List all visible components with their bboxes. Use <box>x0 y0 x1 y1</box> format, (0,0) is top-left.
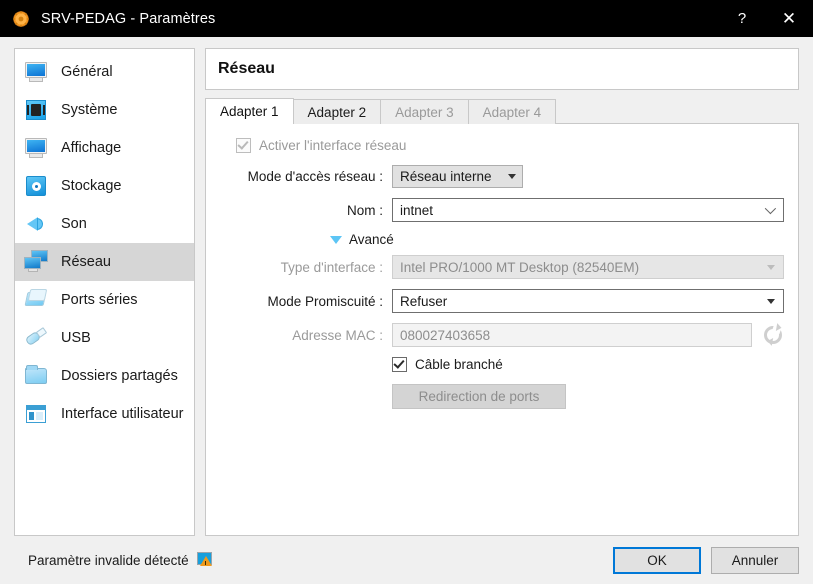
port-forwarding-button: Redirection de ports <box>392 384 566 409</box>
network-name-label: Nom : <box>346 202 383 218</box>
sidebar-item-audio[interactable]: Son <box>15 205 194 243</box>
cancel-button[interactable]: Annuler <box>711 546 799 574</box>
display-icon <box>23 135 49 161</box>
mac-address-row: Adresse MAC : 080027403658 <box>220 322 784 347</box>
adapter-type-label: Type d'interface : <box>280 259 383 275</box>
sidebar-item-usb[interactable]: USB <box>15 319 194 357</box>
attached-to-value: Réseau interne <box>400 169 492 184</box>
tab-adapter-2[interactable]: Adapter 2 <box>292 99 382 124</box>
attached-to-label: Mode d'accès réseau : <box>247 169 383 184</box>
settings-category-list[interactable]: Général Système Affichage Stockage Son R… <box>14 48 195 536</box>
enable-adapter-checkbox <box>236 138 251 153</box>
sidebar-item-label: Interface utilisateur <box>61 406 184 422</box>
chevron-down-icon <box>507 174 516 179</box>
tab-adapter-1[interactable]: Adapter 1 <box>205 98 294 124</box>
promiscuous-mode-label: Mode Promiscuité : <box>267 293 383 309</box>
network-name-row: Nom : intnet <box>220 198 784 222</box>
harddisk-icon <box>23 173 49 199</box>
attached-to-combo[interactable]: Réseau interne <box>392 165 523 188</box>
cable-connected-checkbox[interactable] <box>392 357 407 372</box>
adapter-type-row: Type d'interface : Intel PRO/1000 MT Des… <box>220 255 784 279</box>
invalid-setting-warning: Paramètre invalide détecté <box>28 551 214 569</box>
ok-button[interactable]: OK <box>613 546 701 574</box>
tab-adapter-4: Adapter 4 <box>467 99 557 124</box>
adapter-type-value: Intel PRO/1000 MT Desktop (82540EM) <box>400 259 640 275</box>
dialog-footer: Paramètre invalide détecté OK Annuler <box>0 536 813 584</box>
ui-window-icon <box>23 401 49 427</box>
network-name-value: intnet <box>400 202 434 218</box>
speaker-icon <box>23 211 49 237</box>
network-icon <box>23 249 49 275</box>
folder-icon <box>23 363 49 389</box>
mac-address-input: 080027403658 <box>392 323 752 347</box>
mac-address-value: 080027403658 <box>400 327 491 343</box>
sidebar-item-label: Système <box>61 102 118 118</box>
cable-connected-label: Câble branché <box>415 357 503 372</box>
sidebar-item-network[interactable]: Réseau <box>15 243 194 281</box>
advanced-label: Avancé <box>349 232 394 247</box>
sidebar-item-label: Réseau <box>61 254 111 270</box>
sidebar-item-label: Ports séries <box>61 292 138 308</box>
serial-ports-icon <box>23 287 49 313</box>
adapter-1-page: Activer l'interface réseau Mode d'accès … <box>205 123 799 536</box>
refresh-mac-icon <box>762 322 784 346</box>
dialog-body: Général Système Affichage Stockage Son R… <box>0 37 813 536</box>
tab-adapter-3: Adapter 3 <box>380 99 469 124</box>
sidebar-item-label: Son <box>61 216 87 232</box>
panel-header: Réseau <box>205 48 799 90</box>
title-bar: SRV-PEDAG - Paramètres ? ✕ <box>0 0 813 37</box>
cable-connected-row[interactable]: Câble branché <box>220 357 784 372</box>
settings-dialog: SRV-PEDAG - Paramètres ? ✕ Général Systè… <box>0 0 813 584</box>
sidebar-item-label: Général <box>61 64 113 80</box>
window-title: SRV-PEDAG - Paramètres <box>41 10 216 27</box>
sidebar-item-shared-folders[interactable]: Dossiers partagés <box>15 357 194 395</box>
adapter-tabs[interactable]: Adapter 1 Adapter 2 Adapter 3 Adapter 4 <box>205 98 799 124</box>
enable-adapter-label: Activer l'interface réseau <box>259 138 407 153</box>
sidebar-item-user-interface[interactable]: Interface utilisateur <box>15 395 194 433</box>
sidebar-item-label: Stockage <box>61 178 122 194</box>
virtualbox-gear-icon <box>12 10 30 28</box>
network-name-combo[interactable]: intnet <box>392 198 784 222</box>
sidebar-item-display[interactable]: Affichage <box>15 129 194 167</box>
page-title: Réseau <box>218 60 275 77</box>
sidebar-item-storage[interactable]: Stockage <box>15 167 194 205</box>
help-button[interactable]: ? <box>719 0 765 37</box>
usb-icon <box>23 325 49 351</box>
sidebar-item-label: Affichage <box>61 140 122 156</box>
settings-main-panel: Réseau Adapter 1 Adapter 2 Adapter 3 Ada… <box>205 48 799 536</box>
mac-address-label: Adresse MAC : <box>292 327 383 343</box>
advanced-toggle[interactable]: Avancé <box>220 232 784 247</box>
promiscuous-mode-row: Mode Promiscuité : Refuser <box>220 289 784 313</box>
chevron-down-icon <box>764 202 777 215</box>
port-forwarding-row: Redirection de ports <box>220 384 784 409</box>
attached-to-row: Mode d'accès réseau : Réseau interne <box>220 165 784 188</box>
promiscuous-mode-value: Refuser <box>400 293 448 309</box>
chevron-down-icon <box>767 264 775 270</box>
monitor-icon <box>23 59 49 85</box>
warning-text: Paramètre invalide détecté <box>28 552 189 568</box>
sidebar-item-label: Dossiers partagés <box>61 368 178 384</box>
adapter-type-combo: Intel PRO/1000 MT Desktop (82540EM) <box>392 255 784 279</box>
motherboard-chip-icon <box>23 97 49 123</box>
sidebar-item-system[interactable]: Système <box>15 91 194 129</box>
invalid-setting-warning-icon[interactable] <box>196 551 214 569</box>
close-icon[interactable]: ✕ <box>765 0 813 37</box>
enable-adapter-row[interactable]: Activer l'interface réseau <box>220 138 784 153</box>
sidebar-item-serial-ports[interactable]: Ports séries <box>15 281 194 319</box>
triangle-down-icon <box>330 235 342 244</box>
chevron-down-icon <box>767 298 775 304</box>
sidebar-item-label: USB <box>61 330 91 346</box>
promiscuous-mode-combo[interactable]: Refuser <box>392 289 784 313</box>
sidebar-item-general[interactable]: Général <box>15 53 194 91</box>
